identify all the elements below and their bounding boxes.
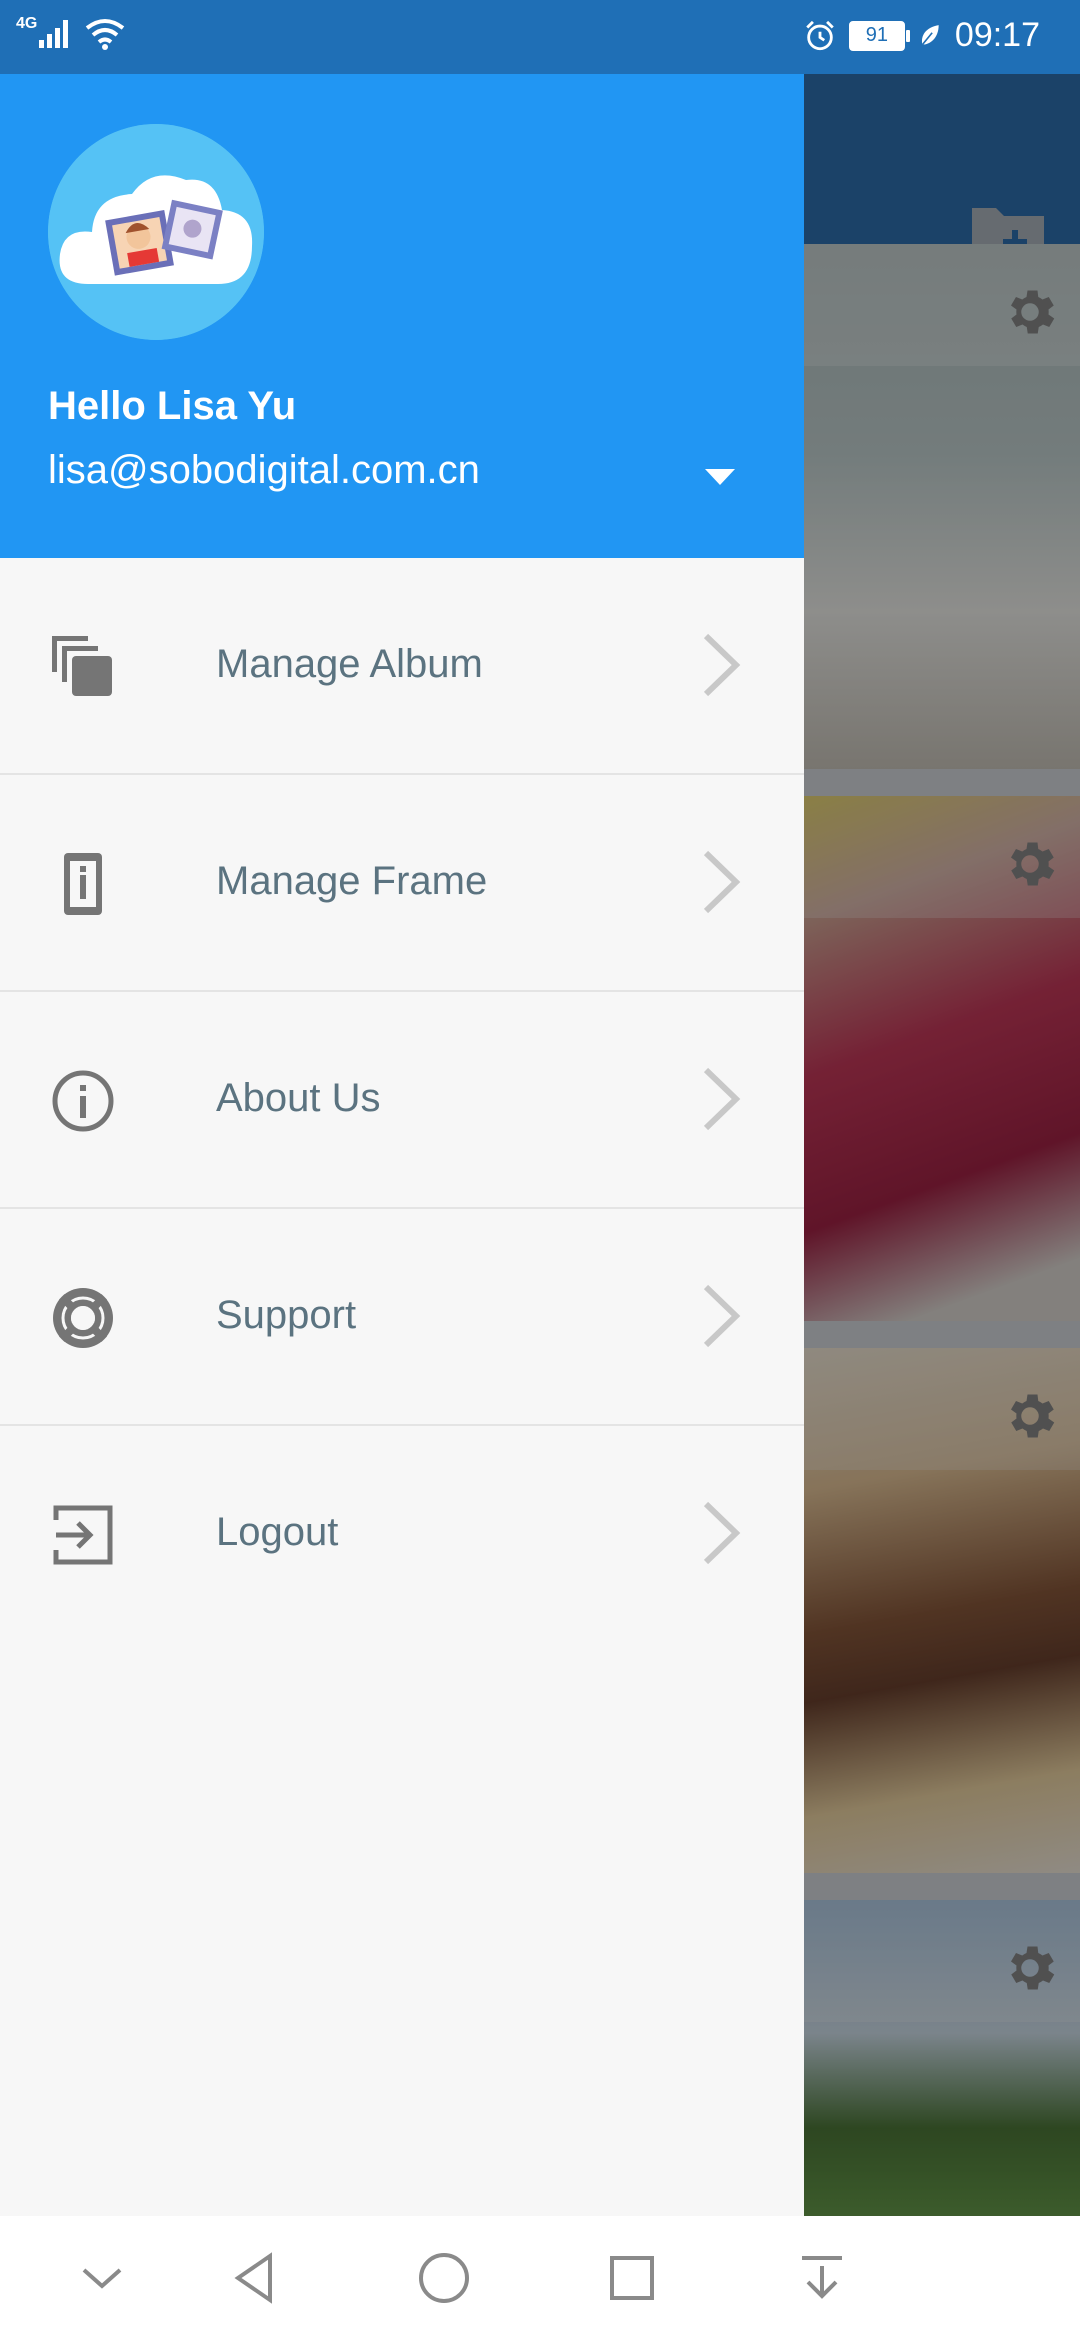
clock: 09:17 [954,16,1040,54]
network-type: 4G [16,15,38,32]
menu-item-about-us[interactable]: About Us [0,992,804,1209]
frame-device-icon [64,853,102,915]
chevron-right-icon [703,633,741,697]
status-right: 91 09:17 [803,16,1040,55]
chevron-right-icon [703,1067,741,1131]
menu-item-label: About Us [216,1076,381,1120]
menu-item-label: Manage Album [216,642,483,686]
info-icon [52,1070,114,1132]
cloud-photo-logo-icon [48,124,264,340]
system-navigation-bar [0,2216,1080,2340]
menu-item-label: Logout [216,1510,339,1554]
battery-level: 91 [865,24,889,46]
chevron-right-icon [703,1501,741,1565]
menu-item-support[interactable]: Support [0,1209,804,1426]
lifebuoy-icon [53,1288,113,1348]
home-icon[interactable] [414,2248,474,2308]
navigation-drawer: Hello Lisa Yu lisa@sobodigital.com.cn Ma… [0,0,804,2216]
drawer-header: Hello Lisa Yu lisa@sobodigital.com.cn [0,74,804,558]
recents-icon[interactable] [602,2248,662,2308]
menu-item-manage-frame[interactable]: Manage Frame [0,775,804,992]
user-email: lisa@sobodigital.com.cn [48,448,480,492]
menu-item-manage-album[interactable]: Manage Album [0,558,804,775]
account-dropdown-toggle[interactable] [700,458,740,498]
albums-icon [52,636,112,696]
user-greeting: Hello Lisa Yu [48,384,297,428]
collapse-icon[interactable] [72,2248,132,2308]
battery-indicator: 91 [848,20,910,51]
alarm-icon [806,20,834,50]
wifi-icon [86,19,125,50]
back-icon[interactable] [226,2248,286,2308]
status-left: 4G [16,15,125,50]
chevron-right-icon [703,850,741,914]
menu-item-label: Manage Frame [216,859,488,903]
menu-item-logout[interactable]: Logout [0,1426,804,1641]
chevron-right-icon [703,1284,741,1348]
menu-item-label: Support [216,1293,357,1337]
signal-icon [39,20,69,48]
status-bar: 4G 91 09:17 [0,0,1080,74]
drawer-menu: Manage Album Manage Frame About Us Suppo… [0,558,804,1641]
app-logo-avatar [48,124,264,340]
pull-down-icon[interactable] [792,2248,852,2308]
dropdown-arrow-icon [705,469,735,485]
leaf-icon [921,24,939,45]
logout-icon [53,1505,113,1565]
